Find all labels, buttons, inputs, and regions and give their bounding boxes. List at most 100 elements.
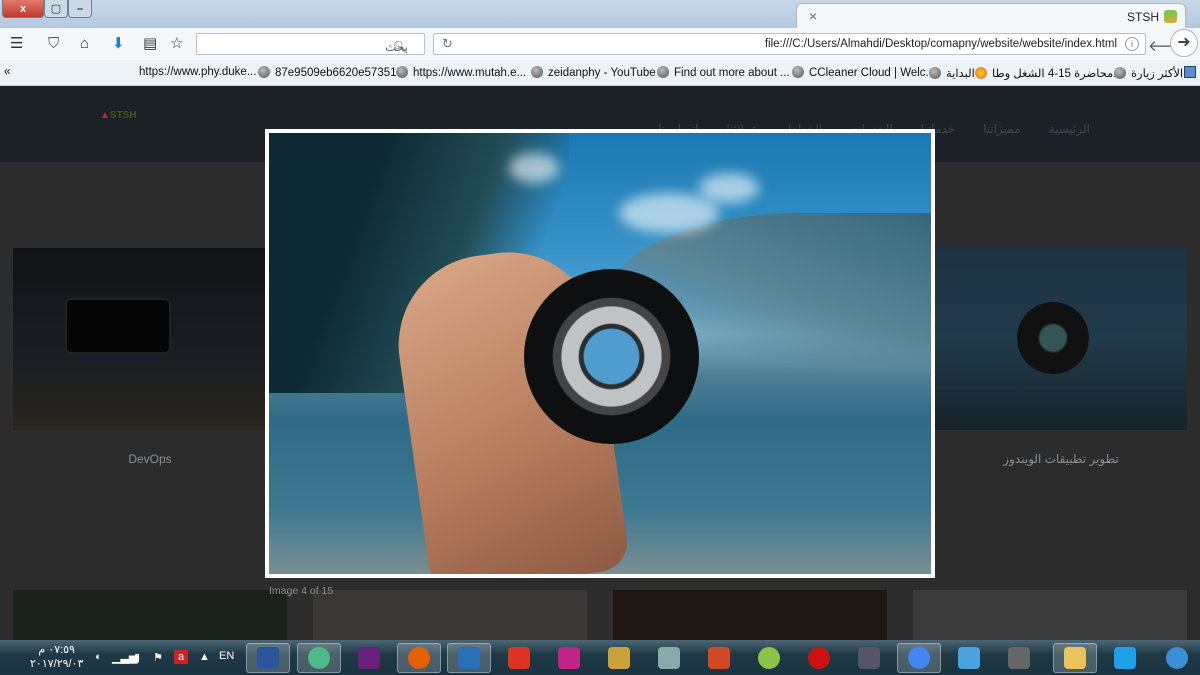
show-hidden-icons-button[interactable]: ▲ [199, 651, 210, 663]
bookmark-item[interactable]: البداية [929, 66, 975, 80]
globe-icon [929, 67, 941, 79]
card-image[interactable] [313, 590, 587, 640]
url-text[interactable]: file:///C:/Users/Almahdi/Desktop/comapny… [765, 38, 1117, 50]
taskbar-app-driver-booster[interactable] [797, 643, 841, 673]
taskbar-app-app-shield[interactable] [547, 643, 591, 673]
taskbar-app-firefox[interactable] [397, 643, 441, 673]
taskbar-app-word[interactable] [246, 643, 290, 673]
forward-button[interactable]: ➜ [1170, 29, 1198, 57]
clock[interactable]: ٠٧:٥٩ م ٢٠١٧/٢٩/٠٣ [30, 643, 83, 671]
bookmark-star-icon[interactable]: ☆ [170, 36, 183, 52]
tab-stsh[interactable]: × STSH [796, 3, 1186, 28]
app-shield-icon [558, 647, 580, 669]
card-image-devops[interactable] [13, 248, 287, 430]
nav-item[interactable]: مميزاتنا [983, 122, 1021, 136]
card-image[interactable] [613, 590, 887, 640]
search-input[interactable]: بحث 🔍︎ [196, 33, 425, 55]
card-image[interactable] [913, 590, 1187, 640]
taskbar-app-atom[interactable] [297, 643, 341, 673]
bookmark-item[interactable]: https://www.mutah.e... [396, 66, 526, 79]
globe-icon [258, 66, 270, 78]
taskbar-app-tools[interactable] [597, 643, 641, 673]
atom-icon [308, 647, 330, 669]
reload-icon[interactable]: ↻ [442, 36, 453, 52]
camera-tool-icon [858, 647, 880, 669]
info-icon[interactable]: i [1125, 37, 1139, 51]
restore-window-button[interactable]: ▢ [44, 0, 68, 18]
globe-icon [792, 66, 804, 78]
card-label: تطوير تطبيقات الويندوز [1003, 452, 1119, 466]
taskbar-app-camera-tool[interactable] [847, 643, 891, 673]
menu-icon[interactable]: ☰ [10, 36, 23, 52]
globe-icon [657, 66, 669, 78]
bookmark-item[interactable]: 87e9509eb6620e57351... [258, 66, 406, 79]
url-bar[interactable]: ↻ file:///C:/Users/Almahdi/Desktop/comap… [433, 33, 1146, 55]
tab-close-button[interactable]: × [809, 8, 817, 24]
zotero-icon [508, 647, 530, 669]
bookmark-item[interactable]: Find out more about ... [657, 66, 790, 79]
taskbar-app-paint[interactable] [647, 643, 691, 673]
taskbar-app-visual-studio[interactable] [347, 643, 391, 673]
internet-explorer-icon [1114, 647, 1136, 669]
site-logo[interactable]: ▲STSH [100, 110, 154, 136]
paint-icon [658, 647, 680, 669]
download-icon[interactable]: ⬇ [112, 36, 125, 52]
globe-icon [531, 66, 543, 78]
visual-studio-icon [358, 647, 380, 669]
taskbar-app-powerpoint[interactable] [697, 643, 741, 673]
language-indicator[interactable]: EN [219, 650, 234, 662]
antivirus-icon[interactable]: a [174, 650, 188, 664]
tools-icon [608, 647, 630, 669]
bookmark-item[interactable]: محاضرة 15-4 الشغل وطا... [975, 66, 1123, 80]
reading-list-icon[interactable]: ▤ [143, 36, 157, 52]
firefox-icon [408, 647, 430, 669]
volume-icon[interactable]: ◖ [94, 651, 101, 663]
taskbar-app-android-studio[interactable] [747, 643, 791, 673]
search-icon: 🔍︎ [392, 40, 408, 54]
sublime-text-icon [1008, 647, 1030, 669]
android-studio-icon [758, 647, 780, 669]
pocket-icon[interactable]: ⛉ [48, 36, 59, 52]
globe-icon [1114, 67, 1126, 79]
title-bar: x ▢ – + × STSH [0, 0, 1200, 28]
bookmarks-toolbar: « https://www.phy.duke... 87e9509eb6620e… [0, 60, 1200, 86]
nav-item[interactable]: الرئيسية [1049, 122, 1090, 136]
firefox-icon [975, 67, 987, 79]
bookmark-item[interactable]: zeidanphy - YouTube [531, 66, 656, 79]
bookmark-item[interactable]: CCleaner Cloud | Welc... [792, 66, 935, 79]
driver-booster-icon [808, 647, 830, 669]
card-label: DevOps [128, 452, 172, 466]
powerpoint-icon [708, 647, 730, 669]
tab-favicon-icon [1164, 10, 1177, 23]
taskbar-app-start[interactable] [1155, 643, 1199, 673]
taskbar-app-app-hexagon[interactable] [447, 643, 491, 673]
card-image-windows-apps[interactable] [935, 248, 1187, 430]
tab-title: STSH [1126, 10, 1159, 24]
bookmark-folder-icon[interactable] [1184, 66, 1196, 78]
minimize-window-button[interactable]: – [68, 0, 92, 18]
taskbar-app-media-player[interactable] [947, 643, 991, 673]
navigation-toolbar: ☰ ⛉ ⌂ ⬇ ▤ ☆ بحث 🔍︎ ↻ file:///C:/Users/Al… [0, 28, 1200, 60]
power-icon[interactable]: ▮ [134, 651, 140, 664]
taskbar-app-file-explorer[interactable] [1053, 643, 1097, 673]
bookmarks-overflow-button[interactable]: « [4, 66, 10, 78]
card-image[interactable] [13, 590, 287, 640]
taskbar-app-zotero[interactable] [497, 643, 541, 673]
word-icon [257, 647, 279, 669]
taskbar-app-sublime-text[interactable] [997, 643, 1041, 673]
chrome-icon [908, 647, 930, 669]
file-explorer-icon [1064, 647, 1086, 669]
media-player-icon [958, 647, 980, 669]
taskbar-app-chrome[interactable] [897, 643, 941, 673]
app-hexagon-icon [458, 647, 480, 669]
taskbar-app-internet-explorer[interactable] [1103, 643, 1147, 673]
home-icon[interactable]: ⌂ [80, 36, 89, 52]
taskbar: ٠٧:٥٩ م ٢٠١٧/٢٩/٠٣ ◖ ▁▃▅ ▮ ⚑ a ▲ EN [0, 640, 1200, 675]
action-center-flag-icon[interactable]: ⚑ [153, 651, 163, 664]
bookmark-item[interactable]: الأكثر زيارة [1114, 66, 1183, 80]
bookmark-item[interactable]: https://www.phy.duke... [139, 66, 256, 78]
lightbox-image[interactable] [269, 133, 931, 574]
close-window-button[interactable]: x [2, 0, 44, 18]
globe-icon [396, 66, 408, 78]
lightbox-caption: Image 4 of 15 [269, 585, 334, 597]
